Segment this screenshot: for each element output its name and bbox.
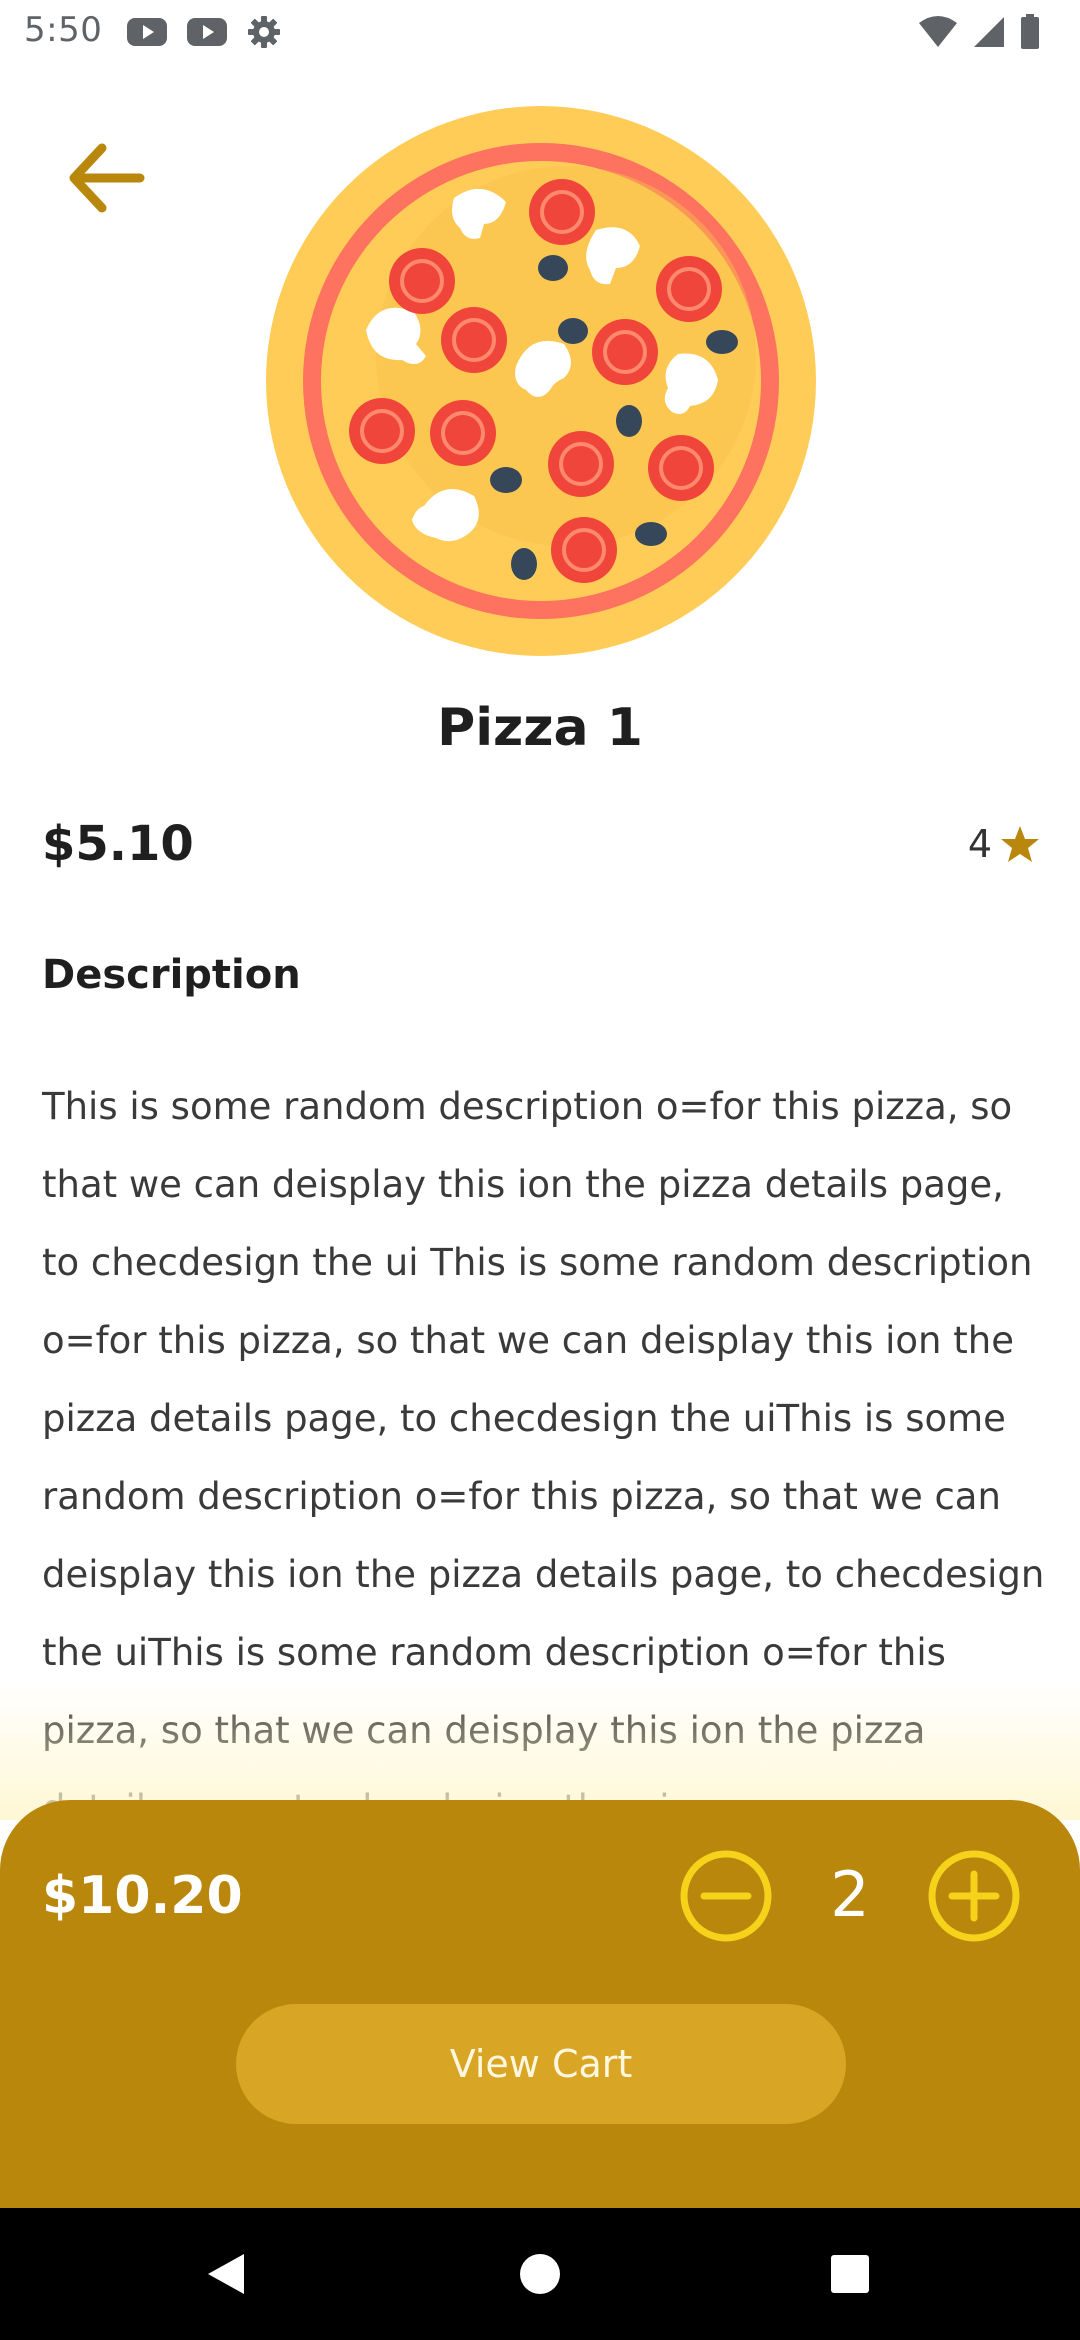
view-cart-button[interactable]: View Cart [236,2004,846,2124]
status-time: 5:50 [24,10,103,50]
back-button[interactable] [56,128,156,228]
status-bar: 5:50 [0,0,1080,66]
total-price: $10.20 [42,1866,243,1926]
minus-circle-icon[interactable] [678,1848,774,1944]
rating: 4 [968,822,1040,866]
battery-icon [1021,14,1039,49]
settings-gear-icon [248,16,280,48]
pizza-image [266,106,816,656]
cart-panel: $10.20 2 View Cart [0,1800,1080,2208]
rating-value: 4 [967,822,992,866]
nav-back-button[interactable] [196,2244,256,2304]
star-icon [1001,826,1039,862]
status-icons-left [126,14,282,50]
arrow-left-icon [69,143,145,213]
youtube-icon [187,18,227,46]
youtube-icon [127,18,167,46]
unit-price: $5.10 [42,816,194,872]
nav-recents-button[interactable] [820,2244,880,2304]
description-body: This is some random description o=for th… [42,1085,1045,1818]
navigation-bar [0,2208,1080,2340]
status-icons-right [918,14,1040,50]
nav-home-button[interactable] [510,2244,570,2304]
nav-back-icon [208,2254,244,2294]
plus-circle-icon[interactable] [926,1848,1022,1944]
description-heading: Description [42,952,301,998]
wifi-icon [919,16,957,47]
cell-signal-icon [974,17,1004,47]
nav-home-icon [520,2254,560,2294]
quantity-value: 2 [830,1858,870,1931]
nav-recents-icon [831,2255,869,2293]
product-title: Pizza 1 [437,698,643,758]
